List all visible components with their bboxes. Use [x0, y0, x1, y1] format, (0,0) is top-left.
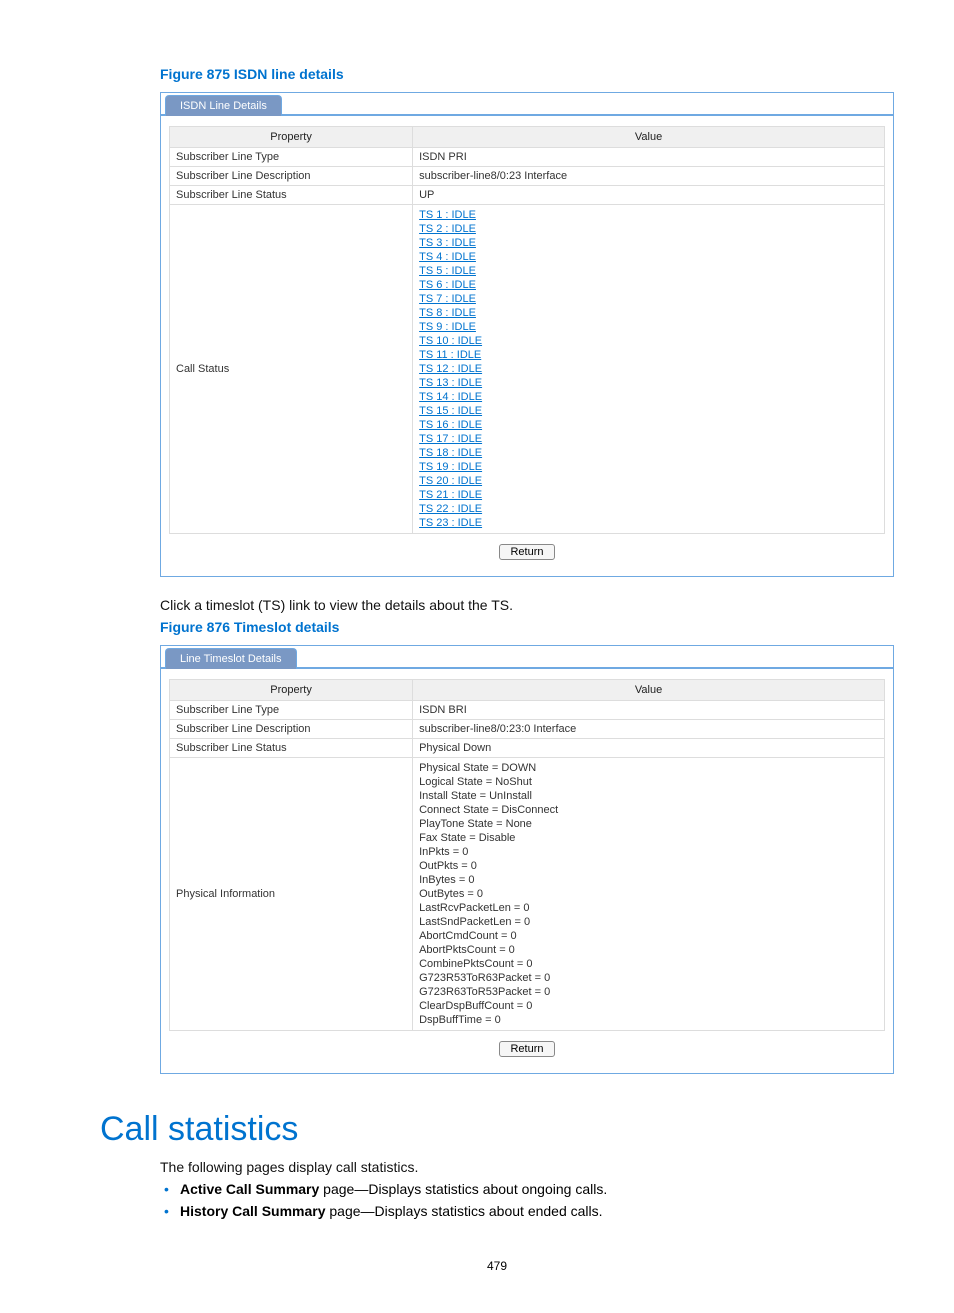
timeslot-link[interactable]: TS 10 : IDLE	[419, 334, 878, 348]
value-cell: TS 1 : IDLETS 2 : IDLETS 3 : IDLETS 4 : …	[413, 205, 885, 534]
property-cell: Subscriber Line Type	[170, 701, 413, 720]
isdn-line-details-panel: ISDN Line Details Property Value Subscri…	[160, 92, 894, 577]
physical-info-line: OutBytes = 0	[419, 887, 878, 901]
physical-info-line: AbortPktsCount = 0	[419, 943, 878, 957]
table-row: Subscriber Line TypeISDN BRI	[170, 701, 885, 720]
table-row: Subscriber Line Descriptionsubscriber-li…	[170, 167, 885, 186]
value-cell: Physical State = DOWNLogical State = NoS…	[413, 758, 885, 1031]
physical-info-line: Connect State = DisConnect	[419, 803, 878, 817]
property-cell: Subscriber Line Status	[170, 739, 413, 758]
bullet-item: Active Call Summary page—Displays statis…	[180, 1181, 894, 1197]
timeslot-link[interactable]: TS 14 : IDLE	[419, 390, 878, 404]
return-row: Return	[169, 534, 885, 568]
table-row: Subscriber Line StatusUP	[170, 186, 885, 205]
return-button[interactable]: Return	[499, 1041, 554, 1057]
tab-line-timeslot-details[interactable]: Line Timeslot Details	[165, 648, 297, 669]
timeslot-link[interactable]: TS 19 : IDLE	[419, 460, 878, 474]
physical-info-line: G723R63ToR53Packet = 0	[419, 985, 878, 999]
physical-info-line: ClearDspBuffCount = 0	[419, 999, 878, 1013]
value-cell: subscriber-line8/0:23:0 Interface	[413, 720, 885, 739]
value-cell: ISDN PRI	[413, 148, 885, 167]
timeslot-link[interactable]: TS 6 : IDLE	[419, 278, 878, 292]
timeslot-link[interactable]: TS 23 : IDLE	[419, 516, 878, 530]
timeslot-link[interactable]: TS 20 : IDLE	[419, 474, 878, 488]
timeslot-link[interactable]: TS 8 : IDLE	[419, 306, 878, 320]
return-button[interactable]: Return	[499, 544, 554, 560]
timeslot-link[interactable]: TS 17 : IDLE	[419, 432, 878, 446]
property-cell: Subscriber Line Type	[170, 148, 413, 167]
section-heading-call-statistics: Call statistics	[100, 1110, 894, 1149]
physical-info-line: Logical State = NoShut	[419, 775, 878, 789]
value-cell: UP	[413, 186, 885, 205]
value-cell: Physical Down	[413, 739, 885, 758]
timeslot-link[interactable]: TS 3 : IDLE	[419, 236, 878, 250]
timeslot-link[interactable]: TS 2 : IDLE	[419, 222, 878, 236]
physical-info-line: Physical State = DOWN	[419, 761, 878, 775]
timeslot-link[interactable]: TS 1 : IDLE	[419, 208, 878, 222]
physical-info-line: InPkts = 0	[419, 845, 878, 859]
timeslot-link[interactable]: TS 13 : IDLE	[419, 376, 878, 390]
physical-info-line: G723R53ToR63Packet = 0	[419, 971, 878, 985]
timeslot-link[interactable]: TS 4 : IDLE	[419, 250, 878, 264]
physical-info-line: CombinePktsCount = 0	[419, 957, 878, 971]
tab-row: Line Timeslot Details	[161, 646, 893, 669]
value-cell: subscriber-line8/0:23 Interface	[413, 167, 885, 186]
timeslot-link[interactable]: TS 15 : IDLE	[419, 404, 878, 418]
timeslot-link[interactable]: TS 11 : IDLE	[419, 348, 878, 362]
table-row: Subscriber Line StatusPhysical Down	[170, 739, 885, 758]
physical-info-line: LastRcvPacketLen = 0	[419, 901, 878, 915]
timeslot-link[interactable]: TS 12 : IDLE	[419, 362, 878, 376]
property-cell: Subscriber Line Status	[170, 186, 413, 205]
physical-info-line: InBytes = 0	[419, 873, 878, 887]
timeslot-link[interactable]: TS 9 : IDLE	[419, 320, 878, 334]
bullet-rest: page—Displays statistics about ongoing c…	[319, 1181, 607, 1197]
bullet-list: Active Call Summary page—Displays statis…	[160, 1181, 894, 1219]
isdn-details-table: Property Value Subscriber Line TypeISDN …	[169, 126, 885, 534]
physical-info-line: Install State = UnInstall	[419, 789, 878, 803]
physical-info-line: LastSndPacketLen = 0	[419, 915, 878, 929]
return-row: Return	[169, 1031, 885, 1065]
table-row: Physical InformationPhysical State = DOW…	[170, 758, 885, 1031]
physical-info-line: OutPkts = 0	[419, 859, 878, 873]
col-value: Value	[413, 127, 885, 148]
timeslot-link[interactable]: TS 16 : IDLE	[419, 418, 878, 432]
value-cell: ISDN BRI	[413, 701, 885, 720]
timeslot-link[interactable]: TS 22 : IDLE	[419, 502, 878, 516]
bullet-bold: Active Call Summary	[180, 1181, 319, 1197]
panel-inner: Property Value Subscriber Line TypeISDN …	[161, 116, 893, 576]
timeslot-link[interactable]: TS 7 : IDLE	[419, 292, 878, 306]
tab-row: ISDN Line Details	[161, 93, 893, 116]
tab-isdn-line-details[interactable]: ISDN Line Details	[165, 95, 282, 116]
table-row: Subscriber Line TypeISDN PRI	[170, 148, 885, 167]
col-property: Property	[170, 127, 413, 148]
figure-title-875: Figure 875 ISDN line details	[160, 66, 894, 82]
property-cell: Call Status	[170, 205, 413, 534]
bullet-rest: page—Displays statistics about ended cal…	[326, 1203, 603, 1219]
section-intro-text: The following pages display call statist…	[160, 1159, 894, 1175]
col-property: Property	[170, 680, 413, 701]
page-number: 479	[100, 1259, 894, 1273]
bullet-bold: History Call Summary	[180, 1203, 326, 1219]
physical-info-line: AbortCmdCount = 0	[419, 929, 878, 943]
timeslot-link[interactable]: TS 21 : IDLE	[419, 488, 878, 502]
physical-info-line: PlayTone State = None	[419, 817, 878, 831]
physical-info-line: Fax State = Disable	[419, 831, 878, 845]
property-cell: Physical Information	[170, 758, 413, 1031]
col-value: Value	[413, 680, 885, 701]
property-cell: Subscriber Line Description	[170, 720, 413, 739]
timeslot-link[interactable]: TS 5 : IDLE	[419, 264, 878, 278]
figure-title-876: Figure 876 Timeslot details	[160, 619, 894, 635]
timeslot-instruction-text: Click a timeslot (TS) link to view the d…	[160, 597, 894, 613]
table-row: Call StatusTS 1 : IDLETS 2 : IDLETS 3 : …	[170, 205, 885, 534]
panel-inner: Property Value Subscriber Line TypeISDN …	[161, 669, 893, 1073]
timeslot-details-panel: Line Timeslot Details Property Value Sub…	[160, 645, 894, 1074]
table-row: Subscriber Line Descriptionsubscriber-li…	[170, 720, 885, 739]
bullet-item: History Call Summary page—Displays stati…	[180, 1203, 894, 1219]
timeslot-details-table: Property Value Subscriber Line TypeISDN …	[169, 679, 885, 1031]
property-cell: Subscriber Line Description	[170, 167, 413, 186]
physical-info-line: DspBuffTime = 0	[419, 1013, 878, 1027]
timeslot-link[interactable]: TS 18 : IDLE	[419, 446, 878, 460]
